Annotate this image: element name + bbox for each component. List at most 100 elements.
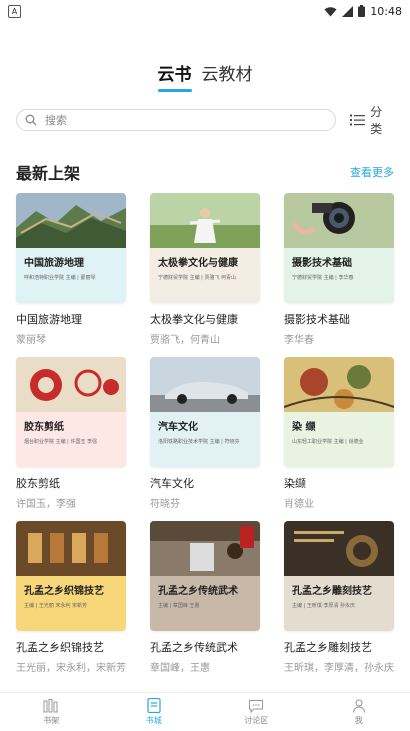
cover-band: 太极拳文化与健康宁德财贸学院 主编 | 贾骆飞 何青山 <box>150 248 260 303</box>
cover-band: 孔孟之乡雕刻技艺主编 | 王昕琪 李厚清 孙永庆 <box>284 576 394 631</box>
cover-band: 中国旅游地理呼和浩特职业学院 主编 | 蒙丽琴 <box>16 248 126 303</box>
book-card[interactable]: 孔孟之乡织锦技艺 主编 | 王光丽 宋永利 宋新芳 孔孟之乡织锦技艺 王光丽，宋永利，… <box>16 521 126 685</box>
cover-title: 孔孟之乡织锦技艺 <box>24 586 104 597</box>
nav-bookstore-label: 书城 <box>145 716 162 725</box>
cover-subtitle: 主编 | 章国峰 王惠 <box>158 603 200 609</box>
book-cover[interactable]: 孔孟之乡织锦技艺主编 | 王光丽 宋永利 宋新芳 <box>16 521 126 631</box>
cover-title: 汽车文化 <box>158 422 198 433</box>
book-title[interactable]: 染缬 <box>284 475 394 491</box>
book-grid: 中国旅游地理 呼和浩特职业学院 主编 | 蒙丽琴 中国旅游地理 蒙丽琴 太极拳文化与健康… <box>16 193 394 685</box>
search-input[interactable] <box>43 112 317 128</box>
book-author: 李华春 <box>284 335 314 346</box>
bookstore-icon <box>147 698 161 713</box>
cover-image <box>16 357 126 412</box>
cover-band: 摄影技术基础宁德财贸学院 主编 | 李华春 <box>284 248 394 303</box>
book-card[interactable]: 染 缬山东轻工职业学院 主编 | 肖德业染缬肖德业 <box>284 357 394 521</box>
cover-band: 汽车文化洛阳铁路职业技术学院 主编 | 符晓芬 <box>150 412 260 467</box>
book-cover[interactable]: 摄影技术基础宁德财贸学院 主编 | 李华春 <box>284 193 394 303</box>
book-author: 王光丽，宋永利，宋新芳 <box>16 663 126 674</box>
book-author: 蒙丽琴 <box>16 335 46 346</box>
view-more-link[interactable]: 查看更多 <box>350 164 394 180</box>
category-button[interactable]: 分类 <box>350 103 394 137</box>
book-card[interactable]: 孔孟之乡雕刻技艺 主编 | 王昕琪 李厚清 孙永庆 孔孟之乡雕刻技艺 王昕琪，李厚清，… <box>284 521 394 685</box>
book-card[interactable]: 汽车文化 洛阳铁路职业技术学院 主编 | 符晓芬 汽车文化 符晓芬 <box>150 357 260 521</box>
cover-image <box>16 193 126 248</box>
cover-title: 太极拳文化与健康 <box>158 258 238 269</box>
book-title[interactable]: 太极拳文化与健康 <box>150 311 260 327</box>
cover-band: 孔孟之乡传统武术主编 | 章国峰 王惠 <box>150 576 260 631</box>
cover-image <box>150 521 260 576</box>
book-title[interactable]: 孔孟之乡传统武术 <box>150 639 260 655</box>
search-box[interactable] <box>16 109 337 131</box>
book-author: 肖德业 <box>284 499 314 510</box>
app-notification-icon: A <box>8 4 21 18</box>
tab-cloud-book[interactable]: 云书 <box>157 60 192 92</box>
cover-title: 孔孟之乡雕刻技艺 <box>292 586 372 597</box>
cover-subtitle: 洛阳铁路职业技术学院 主编 | 符晓芬 <box>158 439 240 445</box>
nav-bookshelf-label: 书架 <box>43 715 60 725</box>
section-header: 最新上架 查看更多 <box>16 160 394 184</box>
section-title: 最新上架 <box>16 164 81 183</box>
book-author: 许国玉，李强 <box>16 499 76 510</box>
bookshelf-icon <box>43 698 58 712</box>
nav-profile-label: 我 <box>354 715 363 725</box>
book-cover[interactable]: 孔孟之乡雕刻技艺主编 | 王昕琪 李厚清 孙永庆 <box>284 521 394 631</box>
book-author: 贾骆飞，何青山 <box>150 335 220 346</box>
cover-subtitle: 主编 | 王昕琪 李厚清 孙永庆 <box>292 603 356 609</box>
search-row: 分类 <box>16 105 394 136</box>
book-cover[interactable]: 汽车文化洛阳铁路职业技术学院 主编 | 符晓芬 <box>150 357 260 467</box>
cover-title: 染 缬 <box>292 422 316 433</box>
cover-image <box>284 521 394 576</box>
cover-title: 孔孟之乡传统武术 <box>158 586 238 597</box>
book-title[interactable]: 孔孟之乡织锦技艺 <box>16 639 126 655</box>
cover-subtitle: 烟台职业学院 主编 | 许国玉 李强 <box>24 439 98 445</box>
cover-title: 摄影技术基础 <box>292 258 352 269</box>
book-card[interactable]: 孔孟之乡传统武术 主编 | 章国峰 王惠 孔孟之乡传统武术 章国峰，王惠 <box>150 521 260 685</box>
book-cover[interactable]: 中国旅游地理呼和浩特职业学院 主编 | 蒙丽琴 <box>16 193 126 303</box>
cover-subtitle: 山东轻工职业学院 主编 | 肖德业 <box>292 439 364 445</box>
tab-cloud-textbook[interactable]: 云教材 <box>202 60 253 89</box>
cover-subtitle: 主编 | 王光丽 宋永利 宋新芳 <box>24 603 88 609</box>
cover-band: 孔孟之乡织锦技艺主编 | 王光丽 宋永利 宋新芳 <box>16 576 126 631</box>
cover-band: 染 缬山东轻工职业学院 主编 | 肖德业 <box>284 412 394 467</box>
list-icon <box>350 114 366 126</box>
book-cover[interactable]: 太极拳文化与健康宁德财贸学院 主编 | 贾骆飞 何青山 <box>150 193 260 303</box>
cover-image <box>284 357 394 412</box>
cover-title: 中国旅游地理 <box>24 258 84 269</box>
cover-image <box>284 193 394 248</box>
book-author: 章国峰，王惠 <box>150 663 210 674</box>
nav-bookshelf[interactable]: 书架 <box>16 698 86 726</box>
cover-band: 胶东剪纸烟台职业学院 主编 | 许国玉 李强 <box>16 412 126 467</box>
cover-subtitle: 呼和浩特职业学院 主编 | 蒙丽琴 <box>24 275 96 281</box>
cover-title: 胶东剪纸 <box>24 422 64 433</box>
book-title[interactable]: 汽车文化 <box>150 475 260 491</box>
cover-image <box>16 521 126 576</box>
discussion-icon <box>249 699 264 713</box>
status-right: 10:48 <box>324 5 402 18</box>
book-card[interactable]: 中国旅游地理 呼和浩特职业学院 主编 | 蒙丽琴 中国旅游地理 蒙丽琴 <box>16 193 126 357</box>
cover-subtitle: 宁德财贸学院 主编 | 贾骆飞 何青山 <box>158 275 237 281</box>
book-title[interactable]: 孔孟之乡雕刻技艺 <box>284 639 394 655</box>
book-title[interactable]: 胶东剪纸 <box>16 475 126 491</box>
book-cover[interactable]: 孔孟之乡传统武术主编 | 章国峰 王惠 <box>150 521 260 631</box>
nav-profile[interactable]: 我 <box>324 699 394 726</box>
top-tabs: 云书 云教材 <box>0 60 410 92</box>
battery-icon <box>358 5 366 17</box>
profile-icon <box>352 699 365 713</box>
cover-image <box>150 357 260 412</box>
book-title[interactable]: 中国旅游地理 <box>16 311 126 327</box>
cover-image <box>150 193 260 248</box>
book-cover[interactable]: 胶东剪纸烟台职业学院 主编 | 许国玉 李强 <box>16 357 126 467</box>
bottom-nav: 书架 书城 讨论区 我 <box>0 692 410 731</box>
nav-bookstore[interactable]: 书城 <box>119 698 189 726</box>
cover-subtitle: 宁德财贸学院 主编 | 李华春 <box>292 275 354 281</box>
signal-icon <box>342 5 354 17</box>
book-title[interactable]: 摄影技术基础 <box>284 311 394 327</box>
nav-discussion[interactable]: 讨论区 <box>221 699 291 726</box>
book-card[interactable]: 太极拳文化与健康 宁德财贸学院 主编 | 贾骆飞 何青山 太极拳文化与健康 贾骆飞，何… <box>150 193 260 357</box>
book-card[interactable]: 胶东剪纸 烟台职业学院 主编 | 许国玉 李强 胶东剪纸 许国玉，李强 <box>16 357 126 521</box>
wifi-icon <box>324 6 337 16</box>
status-bar: A 10:48 <box>0 0 410 22</box>
book-card[interactable]: 摄影技术基础 宁德财贸学院 主编 | 李华春 摄影技术基础 李华春 <box>284 193 394 357</box>
book-cover[interactable]: 染 缬山东轻工职业学院 主编 | 肖德业 <box>284 357 394 467</box>
